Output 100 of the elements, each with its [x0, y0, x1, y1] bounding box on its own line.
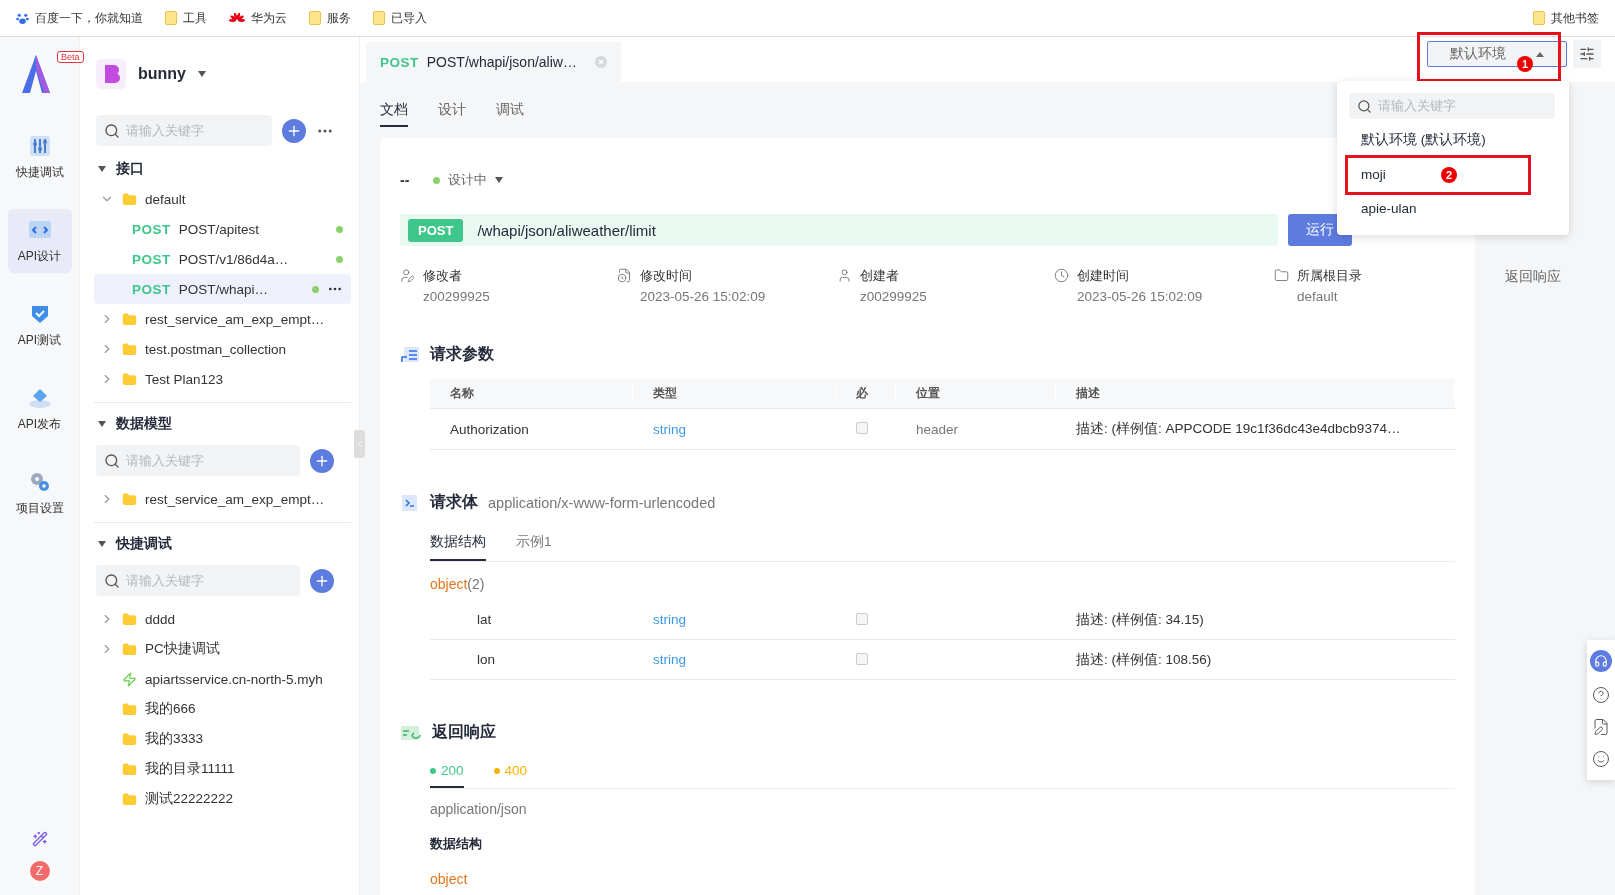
smile-icon[interactable] — [1592, 750, 1610, 768]
environment-option[interactable]: 默认环境 (默认环境) — [1361, 131, 1486, 149]
nav-item[interactable]: API设计 — [7, 209, 72, 273]
section-toggle-icon[interactable] — [98, 166, 106, 172]
bookmark-link[interactable]: 服务 — [327, 9, 351, 27]
response-icon — [400, 723, 422, 742]
method-label: POST — [132, 281, 171, 297]
page-tab[interactable]: 设计 — [438, 93, 466, 127]
add-button[interactable] — [310, 568, 334, 593]
table-cell-text: 描述: (样例值: 108.56) — [1075, 650, 1213, 669]
content-type: application/x-www-form-urlencoded — [488, 494, 716, 511]
endpoint-row[interactable]: POST POST/apitest — [94, 214, 351, 244]
object-type: object — [430, 576, 468, 592]
folder-icon — [122, 611, 137, 627]
add-button[interactable] — [310, 448, 334, 473]
dropdown-caret-icon[interactable] — [198, 71, 206, 77]
meta-value: z00299925 — [423, 289, 490, 304]
meta-label: 创建者 — [860, 268, 900, 285]
bookmark-link[interactable]: 华为云 — [251, 9, 287, 27]
note-icon[interactable] — [1592, 718, 1610, 736]
project-logo-icon — [96, 59, 126, 89]
section-title[interactable]: 接口 — [116, 160, 144, 178]
folder-label[interactable]: 我的666 — [145, 700, 196, 718]
content-type: application/json — [430, 801, 528, 817]
status-dot — [336, 255, 343, 263]
bookmark-link[interactable]: 已导入 — [391, 9, 427, 27]
column-header: 类型 — [633, 385, 836, 402]
folder-label[interactable]: rest_service_am_exp_empt… — [145, 311, 325, 327]
endpoint-row[interactable]: POST POST/whapi… — [94, 274, 351, 304]
folder-label[interactable]: dddd — [145, 611, 176, 627]
search-icon — [104, 452, 120, 469]
folder-icon — [122, 371, 137, 387]
table-cell-text: lat — [476, 612, 493, 627]
status-dot — [312, 285, 319, 293]
environment-option[interactable]: apie-ulan — [1361, 200, 1417, 216]
help-icon[interactable] — [1592, 686, 1610, 704]
folder-label[interactable]: 测试22222222 — [145, 790, 234, 808]
document-tab[interactable]: POST POST/whapi/json/aliw… — [366, 42, 621, 82]
section-title: 请求参数 — [430, 344, 494, 364]
status-label[interactable]: 设计中 — [448, 171, 488, 189]
folder-icon — [122, 641, 137, 657]
nav-item[interactable]: 快捷调试 — [7, 125, 72, 189]
meta-label: 修改者 — [423, 268, 463, 285]
clock-icon — [1054, 268, 1069, 283]
beta-badge: Beta — [57, 51, 84, 63]
item-label[interactable]: apiartsservice.cn-north-5.myh — [145, 671, 323, 687]
folder-label[interactable]: 我的3333 — [145, 730, 204, 748]
table-cell-text: Authorization — [449, 421, 530, 437]
sliders-icon — [1579, 46, 1595, 62]
endpoint-label: POST/apitest — [178, 221, 260, 237]
endpoint-label: POST/v1/86d4a… — [178, 251, 289, 267]
outline-link[interactable]: 返回响应 — [1505, 268, 1615, 286]
headset-icon[interactable] — [1590, 650, 1612, 672]
folder-icon — [309, 11, 321, 25]
method-label: POST — [132, 221, 171, 237]
body-tab[interactable]: 示例1 — [516, 527, 552, 561]
method-label: POST — [132, 251, 171, 267]
collapse-handle[interactable] — [354, 430, 365, 458]
folder-label[interactable]: test.postman_collection — [145, 341, 287, 357]
list-icon — [400, 345, 420, 364]
folder-label[interactable]: Test Plan123 — [145, 371, 224, 387]
add-button[interactable] — [282, 118, 306, 143]
search-icon — [104, 122, 120, 139]
status-dot — [336, 225, 343, 233]
page-tab[interactable]: 文档 — [380, 93, 408, 127]
page-tab[interactable]: 调试 — [496, 93, 524, 127]
terminal-icon — [400, 493, 420, 512]
nav-item[interactable]: API测试 — [7, 293, 72, 357]
caret-down-icon[interactable] — [495, 177, 504, 183]
folder-label[interactable]: PC快捷调试 — [145, 640, 220, 658]
folder-icon — [122, 701, 137, 717]
column-header: 描述 — [1056, 385, 1455, 402]
environment-option[interactable]: moji — [1361, 166, 1386, 182]
project-name[interactable]: bunny — [138, 65, 186, 83]
section-title[interactable]: 快捷调试 — [116, 535, 172, 553]
folder-label[interactable]: rest_service_am_exp_empt… — [145, 491, 325, 507]
bookmark-link[interactable]: 其他书签 — [1551, 9, 1599, 27]
bookmark-link[interactable]: 工具 — [183, 9, 207, 27]
folder-label[interactable]: default — [145, 191, 186, 207]
folder-label[interactable]: 我的目录11111 — [145, 760, 235, 778]
nav-item[interactable]: API发布 — [7, 377, 72, 441]
column-header: 位置 — [896, 385, 1056, 402]
settings-button[interactable] — [1573, 40, 1601, 68]
status-dot — [433, 176, 441, 184]
column-header: 必 — [836, 385, 896, 402]
endpoint-row[interactable]: POST POST/v1/86d4a… — [94, 244, 351, 274]
meta-label: 所属根目录 — [1297, 268, 1362, 285]
search-icon — [104, 572, 120, 589]
bookmark-link[interactable]: 百度一下，你就知道 — [35, 9, 143, 27]
caret-up-icon — [1536, 51, 1544, 57]
structure-label: 数据结构 — [430, 835, 483, 853]
section-title[interactable]: 数据模型 — [116, 415, 172, 433]
folder-icon — [1533, 11, 1545, 25]
nav-item[interactable]: 项目设置 — [7, 461, 72, 525]
field-count: (2) — [467, 576, 485, 592]
magic-wand-icon[interactable] — [31, 831, 48, 847]
body-tab[interactable]: 数据结构 — [430, 527, 486, 561]
folder-icon — [122, 731, 137, 747]
section-toggle-icon[interactable] — [98, 541, 106, 547]
section-toggle-icon[interactable] — [98, 421, 106, 427]
